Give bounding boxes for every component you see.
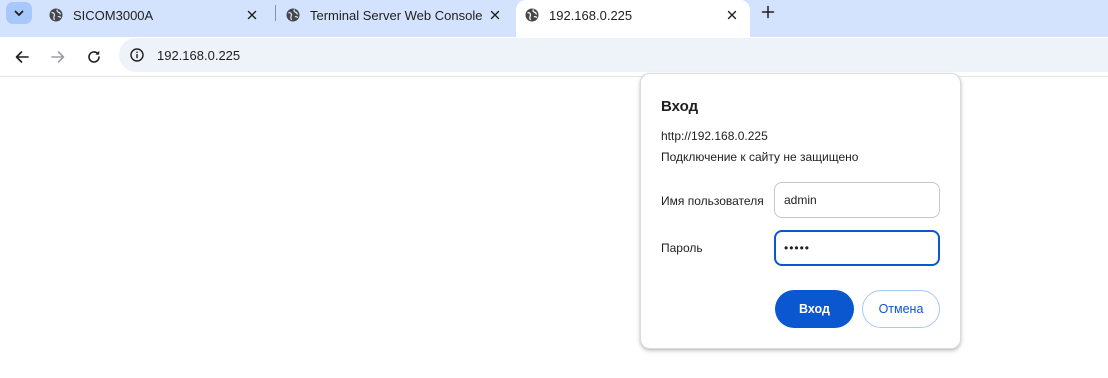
arrow-right-icon [51, 51, 65, 63]
reload-icon [88, 50, 100, 63]
globe-icon [285, 7, 301, 23]
tab-search-button[interactable] [6, 2, 32, 24]
reload-button[interactable] [81, 44, 107, 70]
globe-icon [48, 7, 64, 23]
address-bar[interactable]: 192.168.0.225 [119, 38, 1108, 72]
tab-title: SICOM3000A [73, 7, 154, 23]
username-value: admin [784, 193, 817, 207]
new-tab-button[interactable] [757, 2, 779, 22]
chevron-down-icon [14, 10, 24, 16]
dialog-security-warning: Подключение к сайту не защищено [661, 150, 859, 164]
password-field[interactable]: ••••• [774, 230, 940, 266]
tab-strip: SICOM3000A Terminal Server Web Console 1… [0, 0, 1108, 37]
tab-sicom3000a[interactable]: SICOM3000A [48, 0, 270, 30]
login-dialog: Вход http://192.168.0.225 Подключение к … [640, 73, 961, 349]
tab-192-168-0-225[interactable]: 192.168.0.225 [524, 0, 750, 30]
url-text: 192.168.0.225 [157, 47, 241, 63]
tab-separator [275, 5, 276, 21]
cancel-button[interactable]: Отмена [862, 290, 940, 328]
globe-icon [524, 7, 540, 23]
tab-terminal-server[interactable]: Terminal Server Web Console [285, 0, 513, 30]
plus-icon [761, 5, 775, 19]
site-info-icon[interactable] [127, 45, 147, 65]
back-button[interactable] [9, 44, 35, 70]
login-button[interactable]: Вход [775, 290, 854, 328]
password-value: ••••• [784, 241, 811, 255]
dialog-origin: http://192.168.0.225 [661, 129, 768, 143]
tab-title: 192.168.0.225 [549, 7, 633, 23]
browser-toolbar: 192.168.0.225 [0, 37, 1108, 76]
forward-button[interactable] [45, 44, 71, 70]
dialog-title: Вход [661, 98, 699, 115]
close-icon[interactable] [244, 7, 260, 23]
arrow-left-icon [15, 51, 29, 63]
close-icon[interactable] [724, 7, 740, 23]
close-icon[interactable] [487, 7, 503, 23]
username-label: Имя пользователя [661, 194, 764, 208]
password-label: Пароль [661, 241, 703, 255]
username-field[interactable]: admin [774, 182, 940, 218]
tab-title: Terminal Server Web Console [310, 7, 483, 23]
